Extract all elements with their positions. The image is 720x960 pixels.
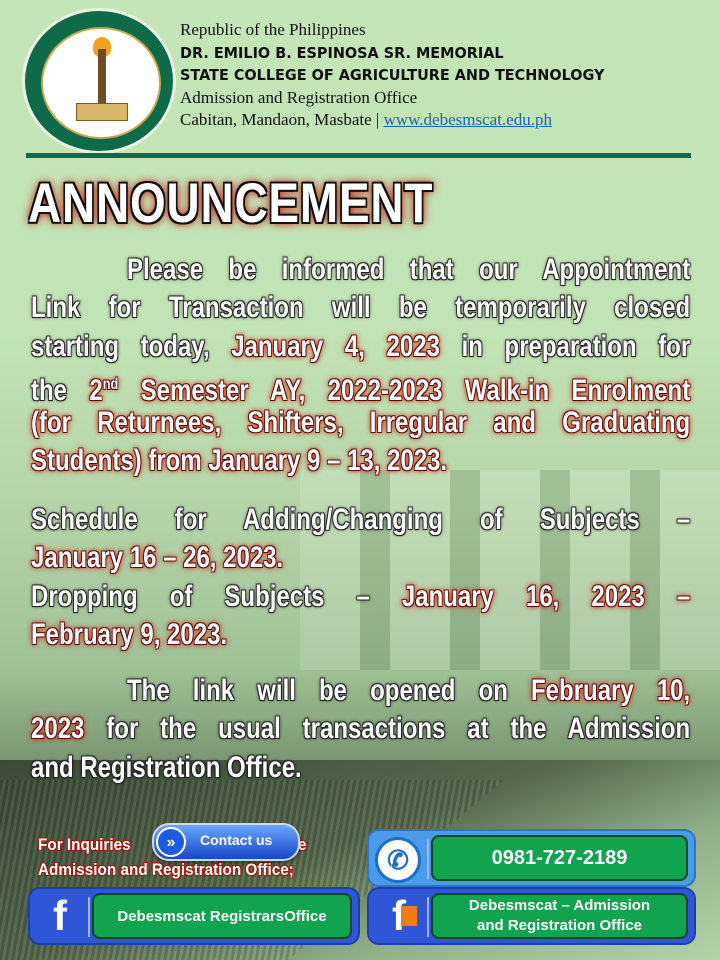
- divider: [427, 897, 429, 937]
- text: For Inquiries: [38, 835, 131, 854]
- phone-icon: ✆: [375, 837, 421, 883]
- text: Dropping of Subjects –: [31, 579, 402, 613]
- text-line: (for Returnees, Shifters, Irregular and …: [31, 406, 691, 440]
- facebook-card[interactable]: f Debesmscat RegistrarsOffice: [28, 887, 360, 945]
- book-icon: [76, 103, 128, 121]
- facebook-page-name: Debesmscat – Admission and Registration …: [431, 893, 688, 939]
- text: for the usual transactions at the Admiss…: [84, 712, 691, 746]
- header-divider: [26, 153, 691, 158]
- text-line: starting today, January 4, 2023 in prepa…: [31, 328, 690, 366]
- text: Semester AY, 2022-2023 Walk-in Enrolment: [118, 373, 691, 407]
- text-line: 2023 for the usual transactions at the A…: [31, 710, 690, 748]
- closure-date: January 4, 2023: [231, 329, 440, 363]
- text: starting today,: [31, 329, 232, 363]
- semester: 2nd Semester AY, 2022-2023 Walk-in Enrol…: [89, 374, 690, 407]
- adding-dates: January 16 – 26, 2023.: [31, 541, 284, 575]
- text: in preparation for: [439, 329, 691, 363]
- letterhead: Republic of the Philippines DR. EMILIO B…: [180, 19, 636, 132]
- address-line: Cabitan, Mandaon, Masbate | www.debesmsc…: [180, 109, 636, 132]
- divider: [88, 897, 90, 937]
- facebook-page-icon: f: [375, 894, 423, 938]
- republic-line: Republic of the Philippines: [180, 20, 366, 39]
- facebook-icon: f: [53, 892, 67, 939]
- text: 2: [89, 373, 103, 407]
- address: Cabitan, Mandaon, Masbate |: [180, 110, 384, 129]
- dropping-start: January 16, 2023 –: [401, 579, 691, 613]
- text-line: Dropping of Subjects – January 16, 2023 …: [31, 578, 690, 616]
- announcement-title: ANNOUNCEMENT: [28, 171, 434, 234]
- reopen-date: February 10,: [531, 674, 691, 707]
- text: Students) from: [31, 444, 209, 478]
- text-line: the 2nd Semester AY, 2022-2023 Walk-in E…: [31, 366, 690, 407]
- text: the: [31, 373, 90, 407]
- enrolment-dates: January 9 – 13, 2023.: [208, 444, 448, 478]
- dropping-end: February 9, 2023.: [31, 617, 228, 651]
- office-name: Admission and Registration Office: [180, 87, 418, 107]
- divider: [427, 839, 429, 879]
- double-chevron-icon: »: [156, 827, 186, 857]
- torch-icon: [98, 49, 106, 109]
- website-link[interactable]: www.debesmscat.edu.ph: [384, 110, 552, 129]
- facebook-page-name: Debesmscat RegistrarsOffice: [92, 893, 352, 939]
- college-name-line2: STATE COLLEGE OF AGRICULTURE AND TECHNOL…: [180, 66, 605, 84]
- contact-label: Contact us: [200, 832, 273, 848]
- ordinal: nd: [102, 375, 119, 393]
- phone-number: 0981-727-2189: [431, 835, 688, 881]
- college-name-line1: DR. EMILIO B. ESPINOSA SR. MEMORIAL: [180, 43, 504, 62]
- text-line: and Registration Office.: [31, 750, 302, 784]
- text-line: Schedule for Adding/Changing of Subjects…: [31, 503, 691, 536]
- reopen-year: 2023: [31, 712, 85, 746]
- facebook-page-card[interactable]: f Debesmscat – Admission and Registratio…: [367, 887, 696, 945]
- text-line: The link will be opened on February 10,: [31, 672, 690, 710]
- college-seal-logo: [22, 8, 176, 154]
- contact-us-button[interactable]: » Contact us: [152, 823, 300, 861]
- paragraph-schedule: Schedule for Adding/Changing of Subjects…: [31, 501, 690, 654]
- text-line: Please be informed that our Appointment: [127, 253, 691, 286]
- paragraph-closure: Please be informed that our Appointment …: [31, 251, 690, 481]
- paragraph-reopen: The link will be opened on February 10, …: [31, 672, 690, 787]
- text-line: Link for Transaction will be temporarily…: [31, 291, 691, 325]
- text-line: Students) from January 9 – 13, 2023.: [31, 442, 690, 480]
- phone-card[interactable]: ✆ 0981-727-2189: [367, 829, 696, 887]
- flag-icon: [401, 906, 417, 926]
- text: The link will be opened on: [127, 674, 532, 707]
